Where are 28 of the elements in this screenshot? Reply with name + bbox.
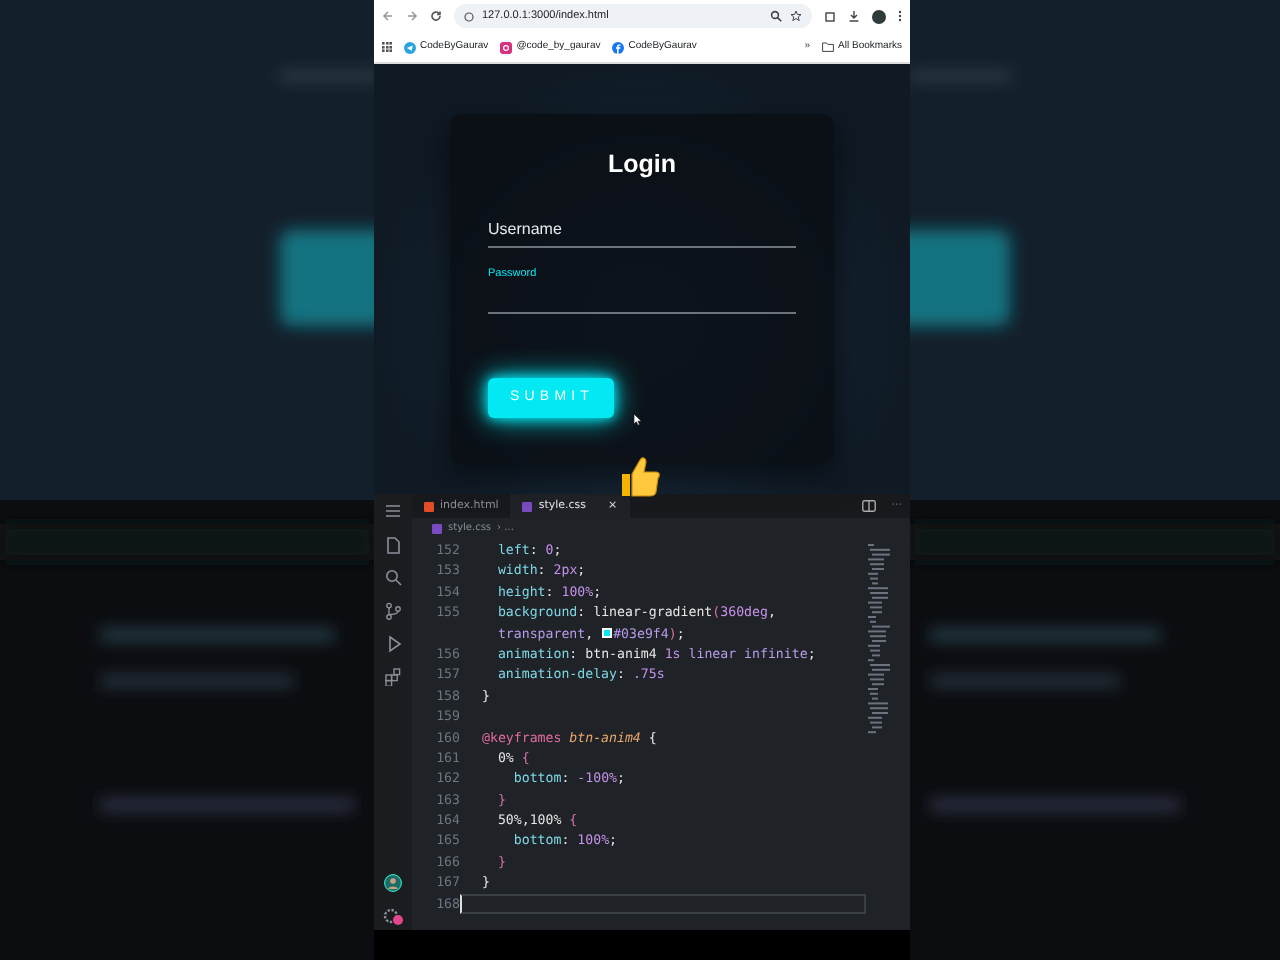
instagram-icon	[500, 41, 513, 53]
html-file-icon	[424, 501, 434, 511]
files-icon[interactable]	[384, 535, 402, 554]
facebook-icon	[612, 41, 625, 53]
back-icon[interactable]	[382, 10, 394, 22]
avatar-icon[interactable]	[872, 9, 886, 23]
folder-icon	[822, 42, 835, 52]
run-debug-icon[interactable]	[384, 634, 402, 653]
account-icon[interactable]	[384, 874, 402, 892]
apps-icon[interactable]	[382, 42, 392, 52]
menu-icon[interactable]	[384, 502, 402, 521]
download-icon[interactable]	[848, 10, 860, 22]
mouse-pointer-icon	[634, 414, 642, 426]
source-control-icon[interactable]	[384, 601, 402, 620]
login-title: Login	[605, 148, 678, 182]
telegram-icon	[404, 41, 416, 53]
reload-icon[interactable]	[430, 10, 442, 22]
username-field[interactable]: Username	[488, 211, 796, 248]
split-editor-icon[interactable]	[861, 500, 876, 512]
css-file-icon	[432, 524, 442, 534]
search-icon[interactable]	[384, 568, 402, 587]
css-file-icon	[522, 501, 533, 511]
zoom-icon[interactable]	[770, 10, 782, 22]
site-info-icon	[464, 11, 474, 21]
thumbs-up-icon	[618, 454, 662, 498]
settings-icon[interactable]	[382, 906, 404, 926]
star-icon[interactable]	[790, 10, 802, 22]
forward-icon[interactable]	[406, 10, 418, 22]
